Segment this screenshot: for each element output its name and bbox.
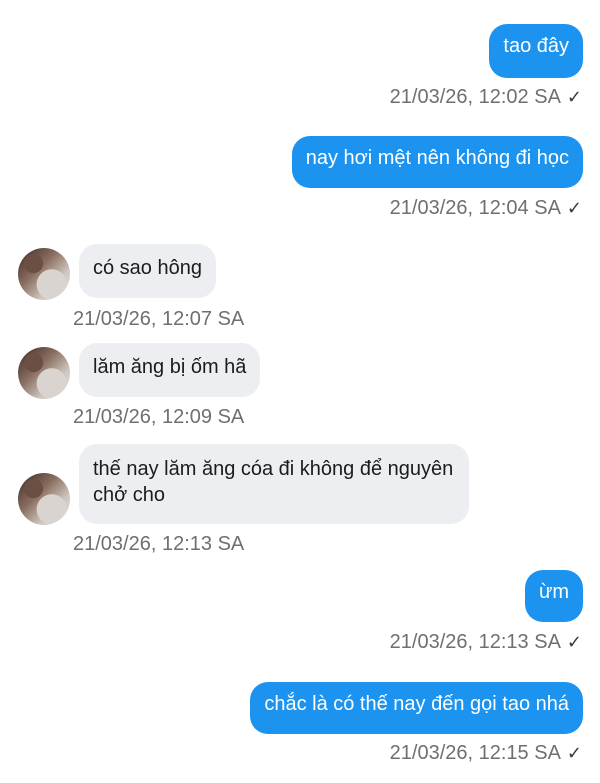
incoming-message-bubble[interactable]: lăm ăng bị ốm hã <box>79 343 261 397</box>
timestamp-text: 21/03/26, 12:15 SA <box>389 742 561 764</box>
outgoing-message-bubble[interactable]: ừm <box>524 570 583 622</box>
message-timestamp: 21/03/26, 12:09 SA <box>73 406 245 428</box>
outgoing-message-bubble[interactable]: nay hơi mệt nên không đi học <box>291 136 583 188</box>
message-timestamp: 21/03/26, 12:02 SA ✓ <box>390 85 582 109</box>
message-timestamp: 21/03/26, 12:13 SA <box>73 533 245 555</box>
incoming-message-bubble[interactable]: thế nay lăm ăng cóa đi không để nguyên c… <box>79 444 469 524</box>
contact-avatar[interactable] <box>18 347 70 399</box>
message-timestamp: 21/03/26, 12:04 SA ✓ <box>390 196 582 220</box>
chat-thread: tao đây 21/03/26, 12:02 SA ✓ nay hơi mệt … <box>0 0 600 783</box>
timestamp-text: 21/03/26, 12:13 SA <box>389 631 561 653</box>
outgoing-message-bubble[interactable]: chắc là có thế nay đến gọi tao nhá <box>250 682 583 734</box>
timestamp-text: 21/03/26, 12:04 SA <box>389 197 561 219</box>
message-timestamp: 21/03/26, 12:07 SA <box>73 308 245 330</box>
outgoing-message-bubble[interactable]: tao đây <box>489 24 583 78</box>
message-timestamp: 21/03/26, 12:13 SA ✓ <box>390 630 582 654</box>
check-icon: ✓ <box>566 198 582 218</box>
check-icon: ✓ <box>566 743 582 763</box>
check-icon: ✓ <box>566 632 582 652</box>
timestamp-text: 21/03/26, 12:02 SA <box>389 86 561 108</box>
check-icon: ✓ <box>566 87 582 107</box>
contact-avatar[interactable] <box>18 248 70 300</box>
message-timestamp: 21/03/26, 12:15 SA ✓ <box>390 741 582 765</box>
incoming-message-bubble[interactable]: có sao hông <box>79 244 216 298</box>
contact-avatar[interactable] <box>18 473 70 525</box>
